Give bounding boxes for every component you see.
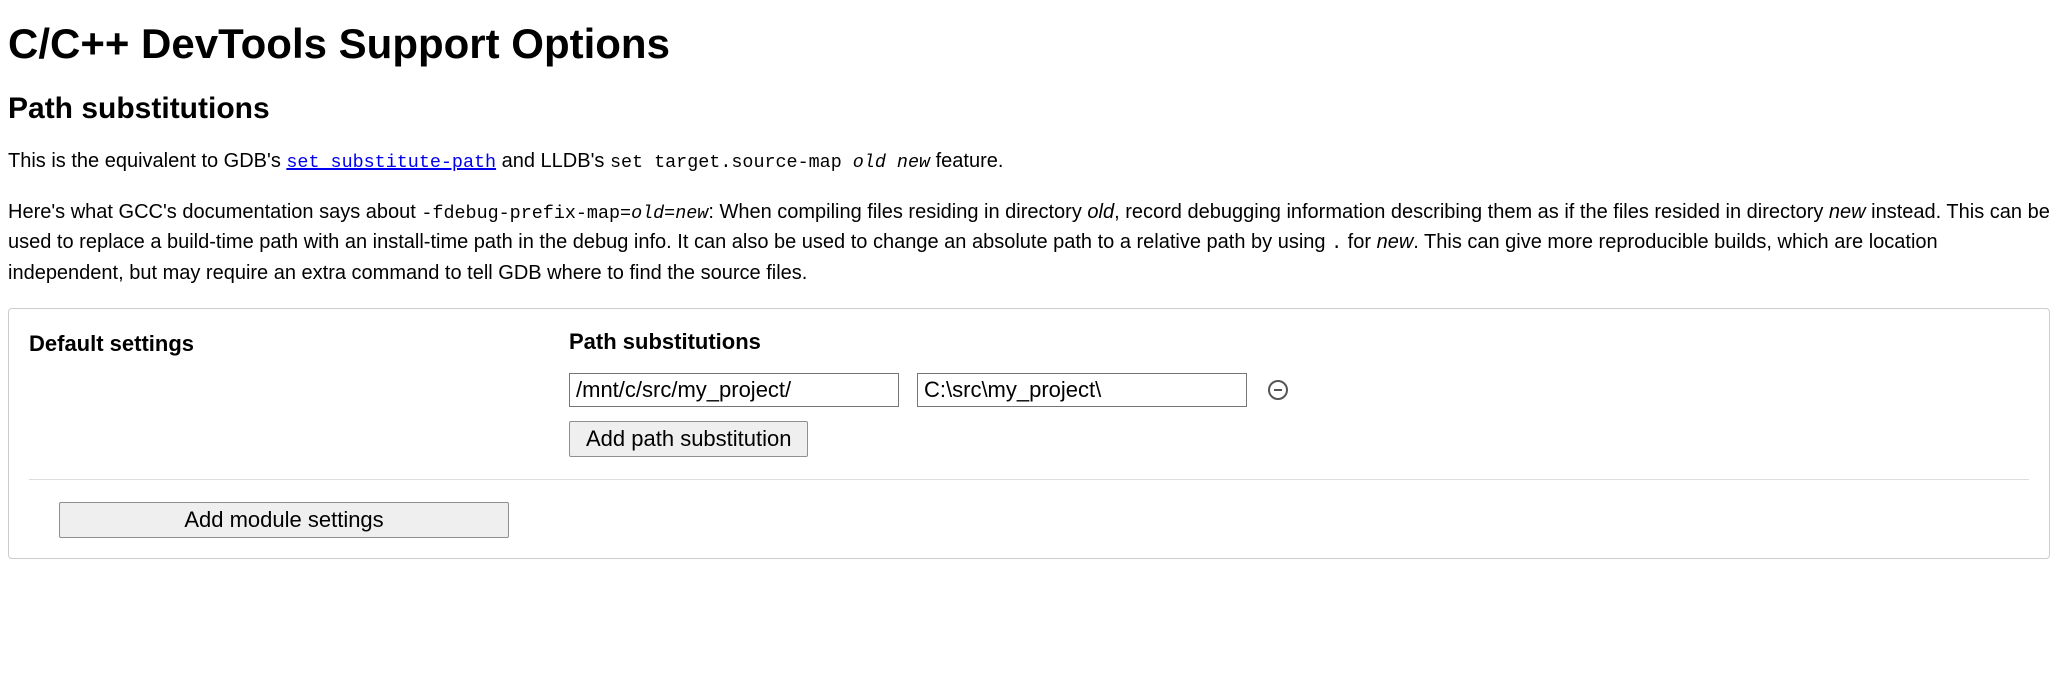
add-module-settings-button[interactable]: Add module settings — [59, 502, 509, 538]
default-settings-label: Default settings — [29, 329, 529, 357]
settings-panel: Default settings Path substitutions Add … — [8, 308, 2050, 559]
path-to-input[interactable] — [917, 373, 1247, 407]
add-path-substitution-button[interactable]: Add path substitution — [569, 421, 808, 457]
intro-paragraph-1: This is the equivalent to GDB's set subs… — [8, 146, 2050, 177]
divider — [29, 479, 2029, 480]
set-substitute-path-link[interactable]: set substitute-path — [286, 150, 496, 172]
path-substitution-row — [569, 373, 2029, 407]
page-title: C/C++ DevTools Support Options — [8, 20, 2050, 68]
path-from-input[interactable] — [569, 373, 899, 407]
section-heading: Path substitutions — [8, 92, 2050, 126]
remove-row-icon[interactable] — [1265, 377, 1291, 403]
intro-paragraph-2: Here's what GCC's documentation says abo… — [8, 197, 2050, 288]
path-substitutions-label: Path substitutions — [569, 329, 2029, 355]
